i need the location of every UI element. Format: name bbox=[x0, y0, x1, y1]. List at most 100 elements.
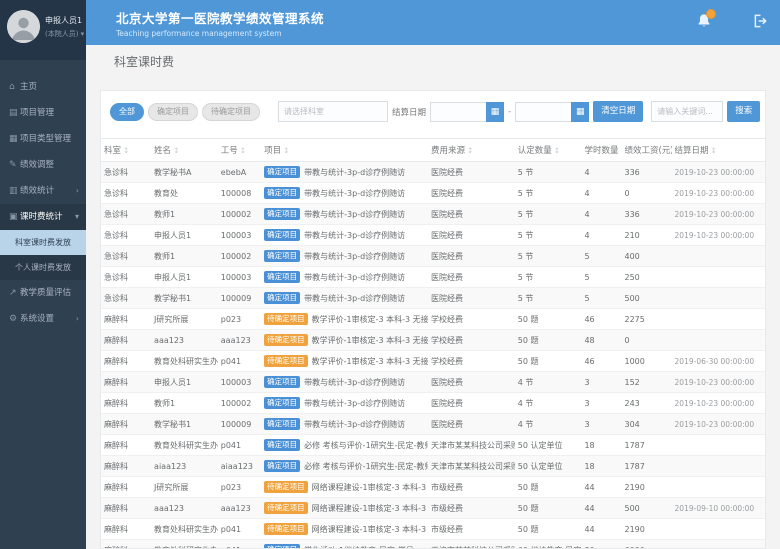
filter-pills: 全部确定项目待确定项目 bbox=[110, 103, 260, 121]
cell-dept: 急诊科 bbox=[101, 183, 151, 204]
project-name: 教学评价-1审核定-3 本科-3 无接受人 bbox=[312, 357, 428, 366]
cell-dept: 急诊科 bbox=[101, 225, 151, 246]
status-badge: 待确定项目 bbox=[264, 502, 308, 514]
gear-icon: ⚙ bbox=[9, 306, 20, 332]
cell-id: 100008 bbox=[218, 183, 261, 204]
column-header[interactable]: 学时数量↕ bbox=[581, 139, 621, 162]
sort-icon[interactable]: ↕ bbox=[711, 146, 717, 155]
cell-date bbox=[672, 456, 765, 477]
user-name: 申报人员1 bbox=[45, 15, 82, 26]
sidebar-item[interactable]: ▣课时费统计▾ bbox=[0, 204, 86, 230]
column-header[interactable]: 绩效工资(元)↕ bbox=[621, 139, 671, 162]
cell-qty: 5 节 bbox=[515, 246, 582, 267]
sidebar-item[interactable]: ▦项目类型管理 bbox=[0, 126, 86, 152]
sidebar-item[interactable]: ▥绩效统计› bbox=[0, 178, 86, 204]
cell-hours: 18 bbox=[581, 456, 621, 477]
cell-project: 确定项目学生活动-1继续教育-民定-学员 bbox=[261, 540, 428, 549]
sidebar-item[interactable]: ✎绩效调整 bbox=[0, 152, 86, 178]
sort-icon[interactable]: ↕ bbox=[467, 146, 473, 155]
sort-icon[interactable]: ↕ bbox=[283, 146, 289, 155]
column-header[interactable]: 结算日期↕ bbox=[672, 139, 765, 162]
sort-icon[interactable]: ↕ bbox=[620, 146, 621, 155]
status-badge: 确定项目 bbox=[264, 460, 300, 472]
cell-name: 教师1 bbox=[151, 393, 218, 414]
sidebar-item[interactable]: ▤项目管理 bbox=[0, 100, 86, 126]
date-start-input[interactable] bbox=[430, 102, 486, 122]
table-row: 麻醉科aaa123aaa123待确定项目网络课程建设-1审核定-3 本科-3 学… bbox=[101, 498, 765, 519]
column-header[interactable]: 科室↕ bbox=[101, 139, 151, 162]
cell-date: 2019-10-23 00:00:00 bbox=[672, 225, 765, 246]
cell-id: aaa123 bbox=[218, 498, 261, 519]
column-header[interactable]: 姓名↕ bbox=[151, 139, 218, 162]
cell-source: 医院经费 bbox=[428, 372, 515, 393]
date-end-input[interactable] bbox=[515, 102, 571, 122]
cell-date bbox=[672, 435, 765, 456]
sidebar-item[interactable]: ⌂主页 bbox=[0, 74, 86, 100]
project-name: 带教与统计-3p-d诊疗例随访 bbox=[304, 399, 405, 408]
status-badge: 确定项目 bbox=[264, 187, 300, 199]
column-header[interactable]: 工号↕ bbox=[218, 139, 261, 162]
column-header-label: 姓名 bbox=[154, 146, 171, 156]
content-panel: 全部确定项目待确定项目 结算日期 ▦ - ▦ 清空日期 搜索 bbox=[100, 90, 766, 549]
filter-pill[interactable]: 全部 bbox=[110, 103, 144, 121]
table-row: 急诊科教学秘书AebebA确定项目带教与统计-3p-d诊疗例随访医院经费5 节4… bbox=[101, 162, 765, 183]
cell-hours: 4 bbox=[581, 183, 621, 204]
chevron-down-icon: ▾ bbox=[75, 204, 79, 230]
sort-icon[interactable]: ↕ bbox=[240, 146, 246, 155]
status-badge: 确定项目 bbox=[264, 376, 300, 388]
cell-name: aiaa123 bbox=[151, 456, 218, 477]
department-select[interactable] bbox=[278, 101, 388, 122]
project-name: 带教与统计-3p-d诊疗例随访 bbox=[304, 189, 405, 198]
cell-qty: 5 节 bbox=[515, 204, 582, 225]
sidebar-item[interactable]: ⚙系统设置› bbox=[0, 306, 86, 332]
logout-icon[interactable] bbox=[753, 13, 768, 32]
cell-id: p041 bbox=[218, 540, 261, 549]
cell-salary: 210 bbox=[621, 225, 671, 246]
column-header[interactable]: 认定数量↕ bbox=[515, 139, 582, 162]
cell-source: 学校经费 bbox=[428, 351, 515, 372]
sidebar-subitem[interactable]: 个人课时费发放 bbox=[0, 255, 86, 280]
clear-date-button[interactable]: 清空日期 bbox=[593, 101, 643, 122]
table-row: 麻醉科aaa123aaa123待确定项目教学评价-1审核定-3 本科-3 无接受… bbox=[101, 330, 765, 351]
sort-icon[interactable]: ↕ bbox=[123, 146, 129, 155]
cell-id: p041 bbox=[218, 519, 261, 540]
cell-source: 天津市某某科技公司采购项目 bbox=[428, 435, 515, 456]
cell-source: 医院经费 bbox=[428, 288, 515, 309]
sidebar-subitem[interactable]: 科室课时费发放 bbox=[0, 230, 86, 255]
notification-bell-icon[interactable] bbox=[697, 13, 711, 32]
calendar-icon[interactable]: ▦ bbox=[486, 102, 504, 122]
column-header[interactable]: 费用来源↕ bbox=[428, 139, 515, 162]
cell-dept: 急诊科 bbox=[101, 246, 151, 267]
column-header[interactable]: 项目↕ bbox=[261, 139, 428, 162]
cell-salary: 500 bbox=[621, 498, 671, 519]
cell-id: aaa123 bbox=[218, 330, 261, 351]
column-header-label: 绩效工资(元) bbox=[624, 146, 671, 156]
cell-name: 教育处科研实生办公室A bbox=[151, 351, 218, 372]
cell-dept: 麻醉科 bbox=[101, 456, 151, 477]
calendar-icon[interactable]: ▦ bbox=[571, 102, 589, 122]
filter-pill[interactable]: 确定项目 bbox=[148, 103, 198, 121]
status-badge: 确定项目 bbox=[264, 397, 300, 409]
sidebar-item-label: 主页 bbox=[20, 82, 37, 92]
cell-source: 医院经费 bbox=[428, 414, 515, 435]
sort-icon[interactable]: ↕ bbox=[173, 146, 179, 155]
cell-hours: 44 bbox=[581, 519, 621, 540]
search-button[interactable]: 搜索 bbox=[727, 101, 760, 122]
status-badge: 待确定项目 bbox=[264, 481, 308, 493]
project-name: 带教与统计-3p-d诊疗例随访 bbox=[304, 420, 405, 429]
status-badge: 确定项目 bbox=[264, 544, 300, 549]
user-role[interactable]: (本院人员) ▾ bbox=[45, 29, 82, 39]
cell-dept: 急诊科 bbox=[101, 288, 151, 309]
cell-qty: 4 节 bbox=[515, 393, 582, 414]
cell-qty: 50 题 bbox=[515, 309, 582, 330]
cell-project: 确定项目带教与统计-3p-d诊疗例随访 bbox=[261, 162, 428, 183]
cell-name: 申报人员1 bbox=[151, 372, 218, 393]
sidebar-item[interactable]: ↗教学质量评估 bbox=[0, 280, 86, 306]
search-input[interactable] bbox=[651, 101, 723, 122]
chart-icon: ▥ bbox=[9, 178, 20, 204]
sort-icon[interactable]: ↕ bbox=[554, 146, 560, 155]
user-profile[interactable]: 申报人员1 (本院人员) ▾ bbox=[0, 0, 86, 60]
project-name: 教学评价-1审核定-3 本科-3 无接受人 bbox=[312, 315, 428, 324]
filter-pill[interactable]: 待确定项目 bbox=[202, 103, 260, 121]
column-header-label: 工号 bbox=[221, 146, 238, 156]
